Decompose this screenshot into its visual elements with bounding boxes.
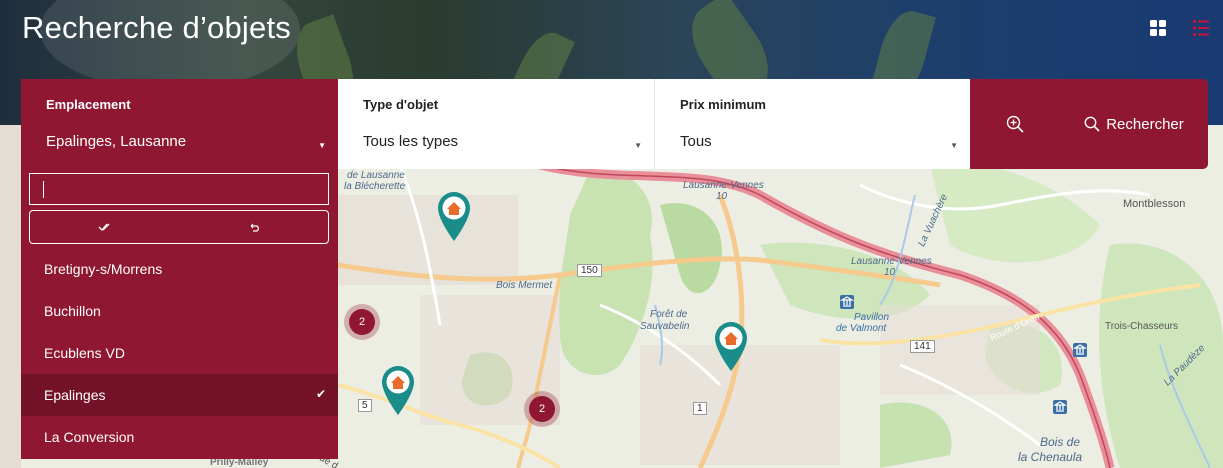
marker-cluster[interactable]: 2	[344, 304, 380, 340]
map-label: Montblesson	[1123, 198, 1186, 210]
museum-icon	[1073, 343, 1087, 357]
property-marker[interactable]	[380, 364, 416, 416]
route-shield: 5	[358, 399, 372, 412]
price-value: Tous	[680, 133, 712, 150]
route-shield: 150	[577, 264, 602, 277]
property-marker[interactable]	[436, 190, 472, 242]
property-marker[interactable]	[713, 320, 749, 372]
map-label: Forêt de	[650, 309, 688, 320]
map-label: Pavillon	[854, 312, 890, 323]
map-label: la Blécherette	[344, 181, 406, 192]
page-title: Recherche d’objets	[22, 10, 291, 45]
list-icon	[1193, 20, 1209, 36]
museum-icon	[1053, 400, 1067, 414]
location-option[interactable]: Ecublens VD	[21, 332, 338, 374]
map-label: Lausanne-Vennes	[683, 180, 764, 191]
route-shield: 141	[910, 340, 935, 353]
location-option-label: Bretigny-s/Morrens	[44, 261, 163, 277]
map-label: Sauvabelin	[640, 321, 690, 332]
marker-cluster[interactable]: 2	[524, 391, 560, 427]
location-dropdown: Bretigny-s/Morrens Buchillon Ecublens VD…	[21, 169, 338, 459]
text-cursor	[43, 181, 44, 198]
search-button-label: Rechercher	[1106, 115, 1184, 133]
cluster-count: 2	[349, 309, 375, 335]
select-all-button[interactable]	[30, 211, 179, 243]
location-option-selected[interactable]: Epalinges ✔	[21, 374, 338, 416]
map-label: Lausanne-Vennes	[851, 256, 932, 267]
checkmark-icon: ✔	[315, 387, 326, 401]
dropdown-actions	[29, 210, 329, 244]
search-bar: Emplacement Epalinges, Lausanne ▼ Type d…	[21, 79, 1208, 169]
location-label: Emplacement	[46, 97, 131, 112]
grid-icon	[1150, 20, 1166, 36]
location-list: Bretigny-s/Morrens Buchillon Ecublens VD…	[21, 248, 338, 458]
type-value: Tous les types	[363, 133, 459, 150]
location-option-label: Buchillon	[44, 303, 101, 319]
undo-icon	[250, 223, 259, 232]
location-option[interactable]: Buchillon	[21, 290, 338, 332]
type-label: Type d'objet	[363, 97, 439, 112]
zoom-in-icon	[1006, 115, 1024, 133]
map-label: 10	[716, 191, 728, 202]
caret-down-icon: ▼	[634, 141, 642, 150]
location-value: Epalinges, Lausanne	[46, 133, 187, 150]
location-select[interactable]: Emplacement Epalinges, Lausanne ▼	[21, 79, 338, 169]
type-select[interactable]: Type d'objet Tous les types ▼	[338, 79, 654, 169]
caret-down-icon: ▼	[950, 141, 958, 150]
map-label: de Valmont	[836, 323, 887, 334]
location-option-label: Ecublens VD	[44, 345, 125, 361]
price-label: Prix minimum	[680, 97, 766, 112]
map-zoom-button[interactable]	[970, 79, 1060, 169]
map-label: Bois Mermet	[496, 280, 553, 291]
museum-icon	[840, 295, 854, 309]
location-option-label: La Conversion	[44, 429, 135, 445]
map-label: 10	[884, 267, 896, 278]
location-option-label: Epalinges	[44, 387, 106, 403]
location-option[interactable]: La Conversion	[21, 416, 338, 458]
grid-view-toggle[interactable]	[1150, 20, 1166, 36]
search-button[interactable]: Rechercher	[1060, 79, 1208, 169]
list-view-toggle[interactable]	[1193, 20, 1209, 36]
location-option[interactable]: Bretigny-s/Morrens	[21, 248, 338, 290]
price-select[interactable]: Prix minimum Tous ▼	[654, 79, 970, 169]
map-label: la Chenaula	[1018, 450, 1083, 464]
double-check-icon	[98, 223, 109, 231]
caret-down-icon: ▼	[318, 141, 326, 150]
reset-selection-button[interactable]	[179, 211, 328, 243]
map-label: de Lausanne	[347, 170, 405, 181]
map-label: Trois-Chasseurs	[1105, 321, 1178, 332]
location-search-input[interactable]	[29, 173, 329, 205]
cluster-count: 2	[529, 396, 555, 422]
map-label: Bois de	[1040, 435, 1081, 449]
search-icon	[1084, 116, 1100, 132]
route-shield: 1	[693, 402, 707, 415]
